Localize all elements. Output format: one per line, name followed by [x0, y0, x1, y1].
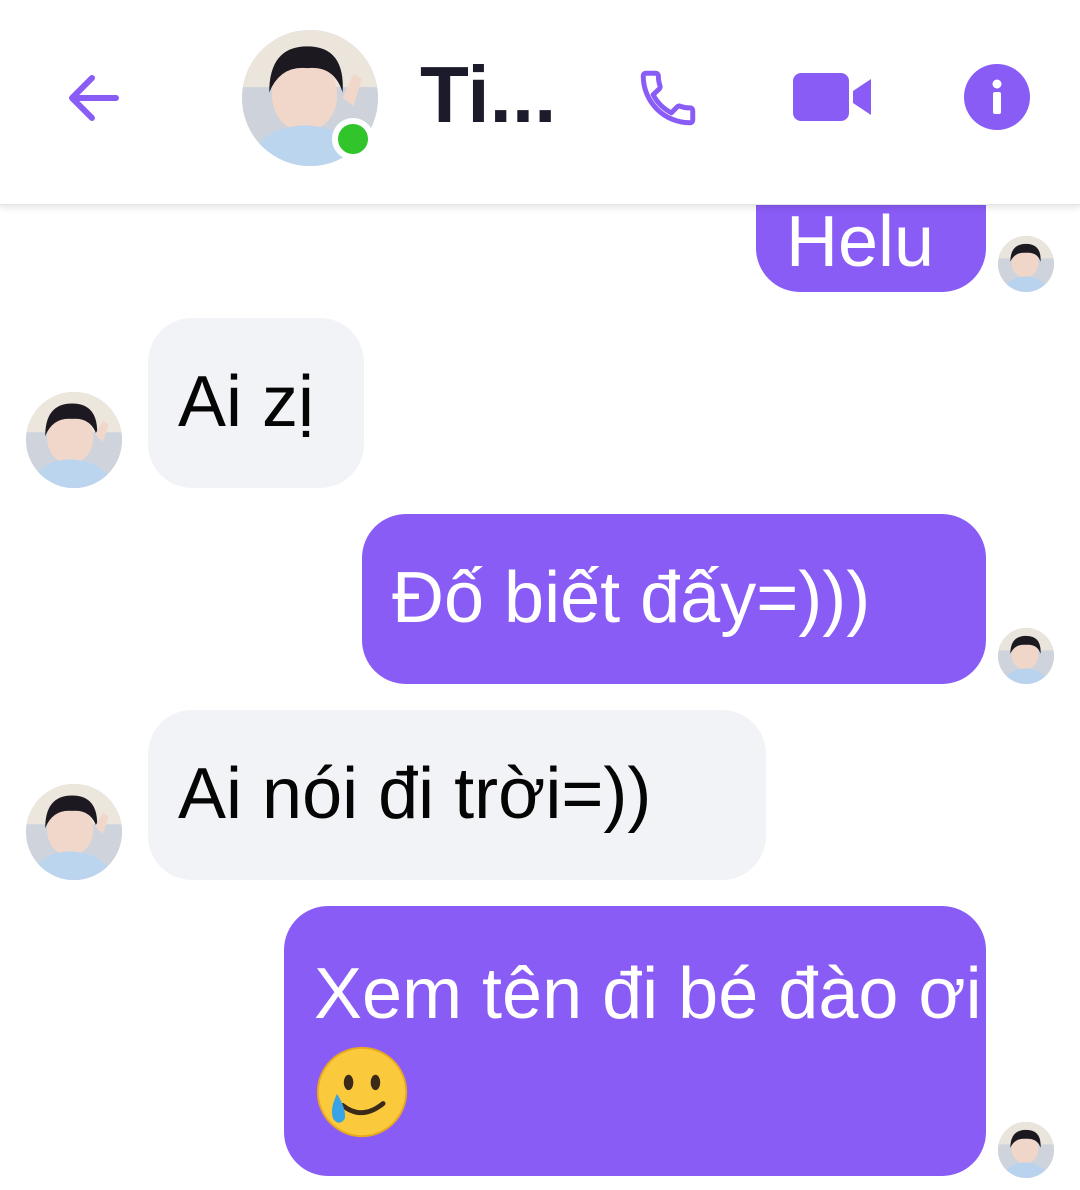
contact-name[interactable]: Ti... [420, 50, 570, 140]
message-bubble-incoming[interactable]: Ai zị [148, 318, 364, 488]
chat-header: Ti... [0, 0, 1080, 205]
message-bubble-outgoing[interactable]: Xem tên đi bé đào ơi [284, 906, 986, 1176]
avatar-image [26, 392, 122, 488]
video-call-button[interactable] [788, 62, 878, 132]
online-status-indicator [332, 118, 374, 160]
info-button[interactable] [962, 62, 1032, 132]
back-arrow-icon [69, 75, 119, 121]
phone-icon [640, 70, 696, 126]
read-receipt-avatar [998, 1122, 1054, 1178]
avatar-image [998, 236, 1054, 292]
read-receipt-avatar [998, 236, 1054, 292]
voice-call-button[interactable] [630, 60, 706, 136]
info-icon [964, 64, 1030, 130]
avatar-image [26, 784, 122, 880]
video-camera-icon [793, 73, 871, 121]
message-bubble-outgoing[interactable]: Đố biết đấy=))) [362, 514, 986, 684]
smiling-face-with-tear-icon [314, 1044, 410, 1140]
avatar-image [998, 1122, 1054, 1178]
contact-avatar[interactable] [26, 392, 122, 488]
chat-screen: Helu Ai zị Đố biết đấy=))) Ai nói đi trờ… [0, 0, 1080, 1190]
avatar-image [998, 628, 1054, 684]
contact-avatar[interactable] [26, 784, 122, 880]
back-button[interactable] [58, 62, 130, 134]
message-text: Xem tên đi bé đào ơi [314, 954, 982, 1034]
read-receipt-avatar [998, 628, 1054, 684]
message-bubble-incoming[interactable]: Ai nói đi trời=)) [148, 710, 766, 880]
